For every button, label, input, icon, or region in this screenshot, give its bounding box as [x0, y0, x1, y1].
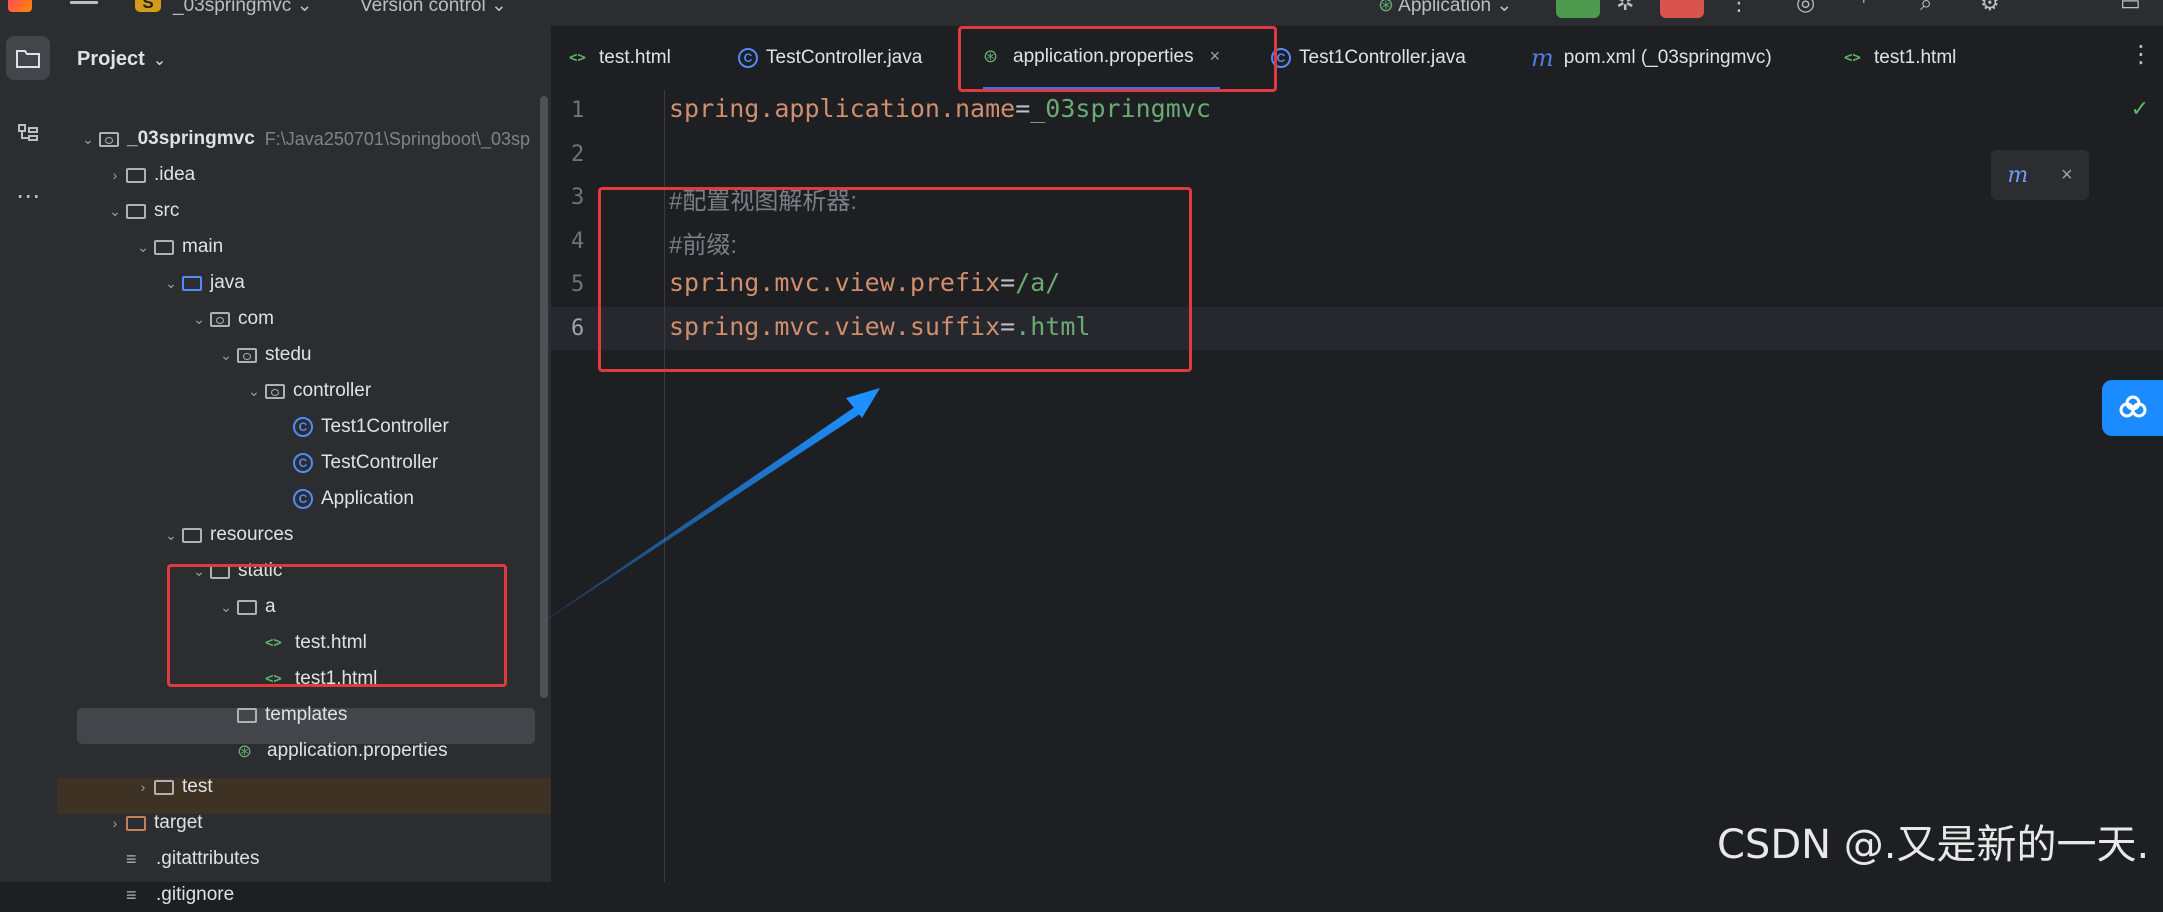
watermark: CSDN @.又是新的一天.	[1717, 822, 2150, 868]
tree-item[interactable]: ≡ .gitignore	[57, 878, 598, 912]
tree-item-label: .gitignore	[156, 884, 235, 905]
annotation-arrow	[528, 388, 880, 632]
text-file-icon: ≡	[126, 884, 137, 905]
